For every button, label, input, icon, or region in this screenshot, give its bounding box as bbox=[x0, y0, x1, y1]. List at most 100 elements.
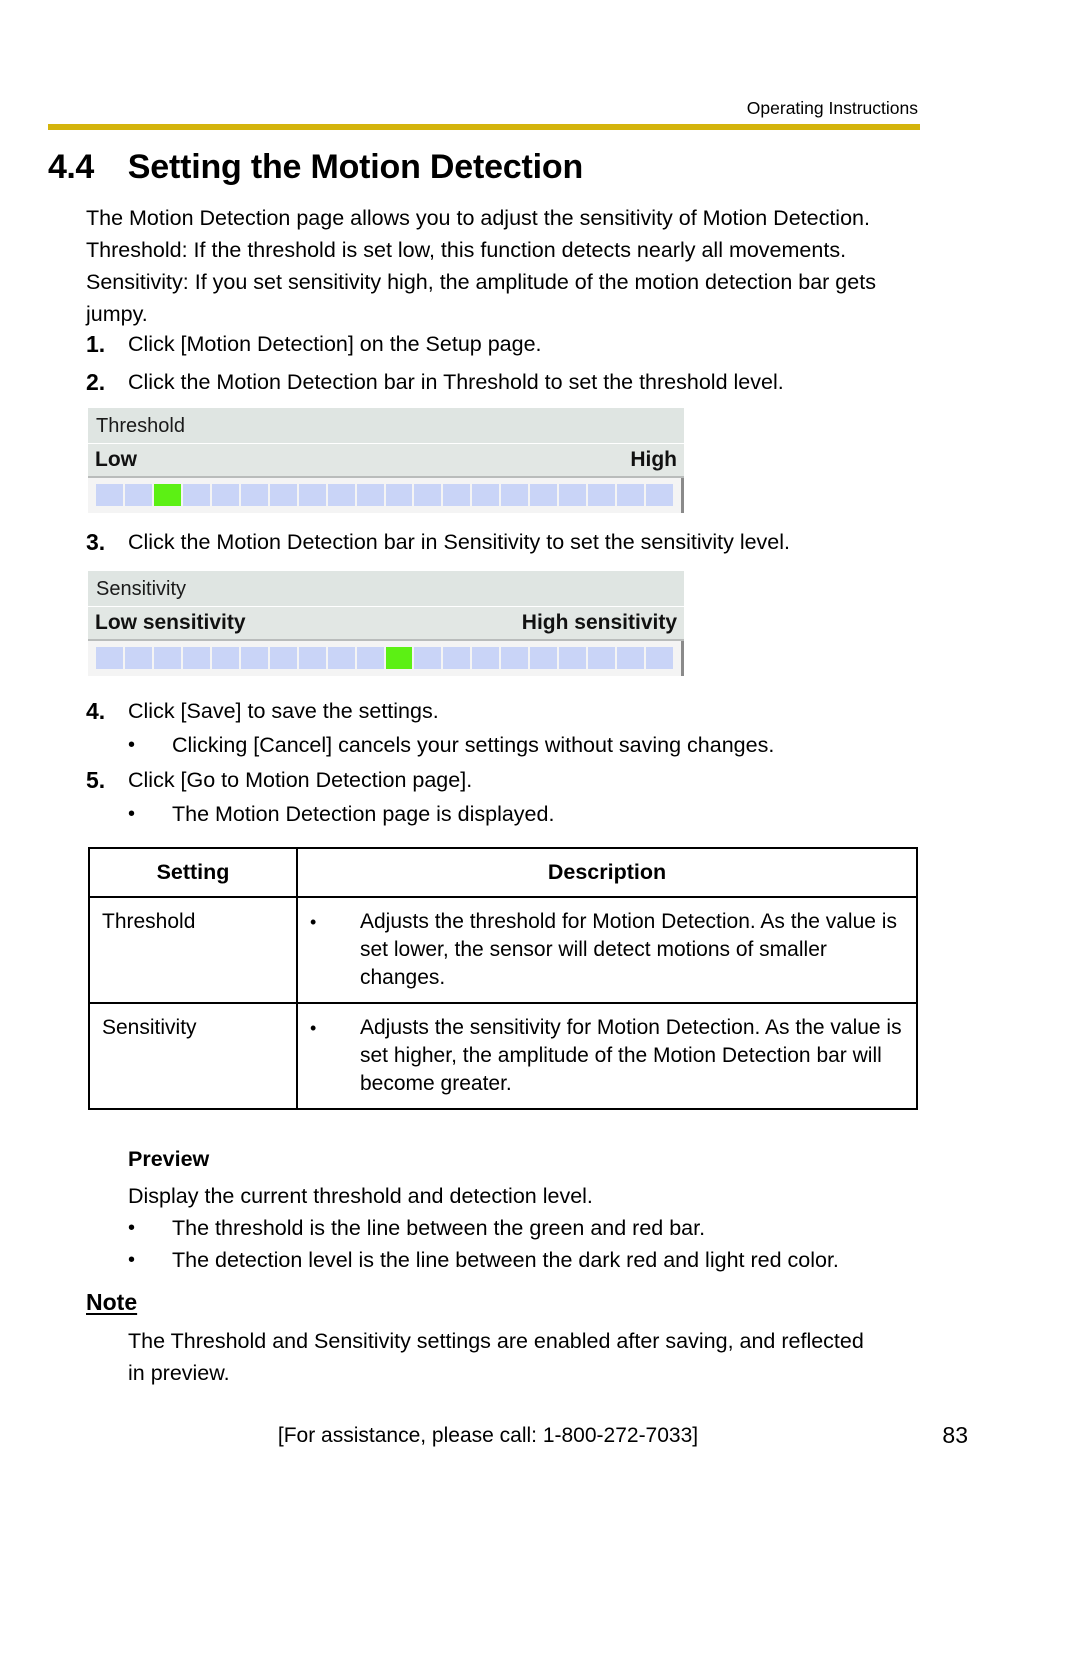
section-number: 4.4 bbox=[48, 148, 94, 186]
intro-line-4: jumpy. bbox=[86, 302, 148, 326]
bar-segment-11[interactable] bbox=[385, 484, 413, 506]
table-cell-setting-sensitivity: Sensitivity bbox=[88, 1002, 298, 1110]
table-header-description: Description bbox=[296, 847, 918, 898]
step-5-bullet: • The Motion Detection page is displayed… bbox=[128, 799, 928, 829]
bar-segment-12[interactable] bbox=[414, 647, 442, 669]
sensitivity-label-high: High sensitivity bbox=[521, 611, 677, 634]
step-1: 1. Click [Motion Detection] on the Setup… bbox=[86, 329, 926, 359]
assistance-text: [For assistance, please call: 1-800-272-… bbox=[277, 1424, 699, 1447]
bar-segment-17[interactable] bbox=[559, 484, 587, 506]
sensitivity-bar-container[interactable] bbox=[88, 641, 684, 676]
step-3-number: 3. bbox=[86, 529, 106, 555]
threshold-label-low: Low bbox=[95, 448, 137, 471]
preview-bullet-1-text: The threshold is the line between the gr… bbox=[172, 1216, 706, 1240]
sensitivity-motion-detection-bar[interactable] bbox=[96, 647, 674, 669]
bar-segment-4[interactable] bbox=[182, 484, 210, 506]
table-cell-description-threshold: • Adjusts the threshold for Motion Detec… bbox=[296, 896, 918, 1004]
bar-segment-3[interactable] bbox=[153, 647, 181, 669]
bar-segment-6[interactable] bbox=[240, 484, 268, 506]
step-2-number: 2. bbox=[86, 369, 106, 395]
bar-segment-5[interactable] bbox=[211, 484, 239, 506]
bar-segment-5[interactable] bbox=[211, 647, 239, 669]
intro-line-3: Sensitivity: If you set sensitivity high… bbox=[86, 270, 876, 294]
bar-segment-18[interactable] bbox=[588, 647, 616, 669]
step-4: 4. Click [Save] to save the settings. bbox=[86, 696, 926, 726]
step-2: 2. Click the Motion Detection bar in Thr… bbox=[86, 367, 926, 397]
preview-bullet-2-text: The detection level is the line between … bbox=[172, 1248, 839, 1272]
bar-segment-1[interactable] bbox=[96, 484, 123, 506]
threshold-widget: Threshold Low High bbox=[88, 408, 684, 513]
step-5-text: Click [Go to Motion Detection page]. bbox=[128, 768, 473, 792]
bar-segment-9[interactable] bbox=[327, 484, 355, 506]
bar-segment-13[interactable] bbox=[443, 647, 471, 669]
bar-segment-16[interactable] bbox=[530, 647, 558, 669]
bar-segment-7[interactable] bbox=[269, 484, 297, 506]
intro-line-2: Threshold: If the threshold is set low, … bbox=[86, 238, 847, 262]
bar-segment-14[interactable] bbox=[472, 484, 500, 506]
note-line-2: in preview. bbox=[128, 1361, 230, 1385]
threshold-bar-container[interactable] bbox=[88, 478, 684, 513]
preview-bullet-2: • The detection level is the line betwee… bbox=[128, 1245, 928, 1275]
bullet-dot-icon: • bbox=[128, 734, 136, 756]
bar-segment-16[interactable] bbox=[530, 484, 558, 506]
bar-segment-15[interactable] bbox=[501, 484, 529, 506]
threshold-widget-title: Threshold bbox=[88, 408, 684, 444]
bar-segment-9[interactable] bbox=[327, 647, 355, 669]
step-4-number: 4. bbox=[86, 698, 106, 724]
preview-bullet-1: • The threshold is the line between the … bbox=[128, 1213, 928, 1243]
threshold-label-high: High bbox=[630, 448, 677, 471]
bar-segment-1[interactable] bbox=[96, 647, 123, 669]
step-5-number: 5. bbox=[86, 767, 106, 793]
threshold-widget-labels: Low High bbox=[88, 444, 684, 478]
preview-heading: Preview bbox=[128, 1147, 210, 1171]
table-cell-description-sensitivity-text: Adjusts the sensitivity for Motion Detec… bbox=[360, 1016, 902, 1095]
bar-segment-19[interactable] bbox=[617, 484, 645, 506]
section-title: 4.4 Setting the Motion Detection bbox=[48, 148, 583, 187]
bar-segment-17[interactable] bbox=[559, 647, 587, 669]
bullet-dot-icon: • bbox=[310, 912, 317, 932]
bullet-dot-icon: • bbox=[128, 1249, 136, 1271]
bar-segment-20[interactable] bbox=[646, 484, 674, 506]
header-rule bbox=[48, 124, 920, 130]
threshold-motion-detection-bar[interactable] bbox=[96, 484, 674, 506]
bar-segment-11[interactable] bbox=[385, 647, 413, 669]
bar-segment-4[interactable] bbox=[182, 647, 210, 669]
step-1-number: 1. bbox=[86, 331, 106, 357]
table-row: Threshold • Adjusts the threshold for Mo… bbox=[88, 896, 918, 1004]
bullet-dot-icon: • bbox=[310, 1018, 317, 1038]
bar-segment-13[interactable] bbox=[443, 484, 471, 506]
bullet-dot-icon: • bbox=[128, 1217, 136, 1239]
running-title: Operating Instructions bbox=[746, 98, 918, 118]
bar-segment-2[interactable] bbox=[124, 647, 152, 669]
bar-segment-10[interactable] bbox=[356, 647, 384, 669]
sensitivity-label-low: Low sensitivity bbox=[95, 611, 246, 634]
bar-segment-19[interactable] bbox=[617, 647, 645, 669]
bar-segment-8[interactable] bbox=[298, 647, 326, 669]
bar-segment-14[interactable] bbox=[472, 647, 500, 669]
step-4-bullet-text: Clicking [Cancel] cancels your settings … bbox=[172, 733, 775, 757]
intro-line-1: The Motion Detection page allows you to … bbox=[86, 206, 870, 230]
bar-segment-15[interactable] bbox=[501, 647, 529, 669]
step-2-text: Click the Motion Detection bar in Thresh… bbox=[128, 370, 784, 394]
bar-segment-8[interactable] bbox=[298, 484, 326, 506]
sensitivity-widget-title: Sensitivity bbox=[88, 571, 684, 607]
bar-segment-18[interactable] bbox=[588, 484, 616, 506]
bar-segment-12[interactable] bbox=[414, 484, 442, 506]
bar-segment-20[interactable] bbox=[646, 647, 674, 669]
step-3-text: Click the Motion Detection bar in Sensit… bbox=[128, 530, 791, 554]
bar-segment-10[interactable] bbox=[356, 484, 384, 506]
section-heading-text: Setting the Motion Detection bbox=[127, 148, 584, 186]
bar-segment-6[interactable] bbox=[240, 647, 268, 669]
sensitivity-widget: Sensitivity Low sensitivity High sensiti… bbox=[88, 571, 684, 676]
note-line-1: The Threshold and Sensitivity settings a… bbox=[128, 1329, 864, 1353]
settings-table: Setting Description Threshold • Adjusts … bbox=[88, 847, 918, 1110]
bar-segment-2[interactable] bbox=[124, 484, 152, 506]
page-number: 83 bbox=[942, 1422, 968, 1448]
document-page: Operating Instructions 4.4 Setting the M… bbox=[0, 0, 1080, 1669]
step-3: 3. Click the Motion Detection bar in Sen… bbox=[86, 527, 926, 557]
intro-paragraph: The Motion Detection page allows you to … bbox=[86, 202, 920, 330]
table-cell-description-threshold-text: Adjusts the threshold for Motion Detecti… bbox=[360, 910, 897, 989]
bar-segment-3[interactable] bbox=[153, 484, 181, 506]
bar-segment-7[interactable] bbox=[269, 647, 297, 669]
step-4-bullet: • Clicking [Cancel] cancels your setting… bbox=[128, 730, 928, 760]
